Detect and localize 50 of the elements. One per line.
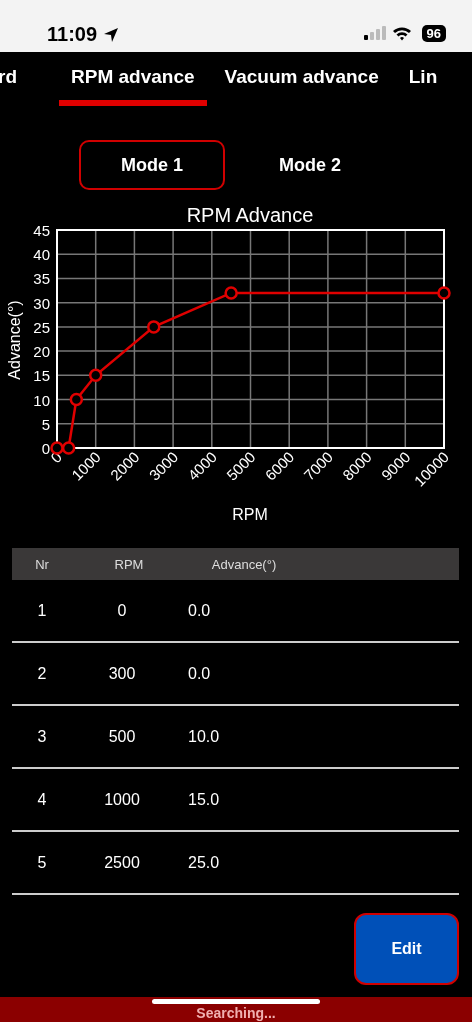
mode-button[interactable]: Mode 1 bbox=[79, 140, 225, 190]
data-point bbox=[224, 286, 238, 300]
table-cell-text: 0.0 bbox=[187, 601, 212, 620]
table-cell-text: 300 bbox=[107, 664, 137, 683]
table-cell-text: 1000 bbox=[103, 790, 141, 809]
connection-status: Searching... bbox=[196, 1005, 276, 1022]
tab[interactable]: Lin bbox=[408, 52, 438, 106]
data-point bbox=[69, 392, 84, 407]
chart-title: RPM Advance bbox=[186, 204, 314, 226]
y-tick-label: 45 bbox=[33, 222, 50, 239]
tab[interactable]: Vacuum advance bbox=[224, 52, 379, 106]
table-cell-text: 1 bbox=[36, 601, 48, 620]
table-cell-text: 500 bbox=[107, 727, 137, 746]
data-point bbox=[437, 286, 451, 300]
location-arrow-icon bbox=[103, 27, 120, 43]
table-cell-text: 15.0 bbox=[187, 790, 221, 809]
table-cell-text: 4 bbox=[36, 790, 48, 809]
wifi-icon bbox=[391, 26, 412, 41]
y-axis-label: Advance(°) bbox=[6, 300, 23, 380]
data-point bbox=[147, 320, 161, 334]
battery-level: 96 bbox=[421, 25, 446, 42]
y-tick-label: 5 bbox=[41, 415, 50, 433]
signal-icon bbox=[363, 26, 386, 40]
y-tick-label: 30 bbox=[33, 294, 50, 312]
table-cell-text: 0.0 bbox=[187, 664, 212, 683]
data-point bbox=[88, 368, 103, 383]
y-tick-label: 35 bbox=[33, 270, 50, 288]
y-tick-label: 10 bbox=[33, 391, 50, 409]
table-cell-text: 2500 bbox=[103, 853, 141, 872]
y-tick-label: 0 bbox=[41, 440, 50, 457]
edit-button[interactable]: Edit bbox=[354, 913, 459, 985]
table-cell-text: 2 bbox=[36, 664, 48, 683]
column-header: Advance(°) bbox=[210, 556, 278, 572]
tab[interactable]: RPM advance bbox=[59, 52, 207, 106]
y-tick-label: 15 bbox=[33, 367, 50, 385]
table-cell-text: 25.0 bbox=[187, 853, 221, 872]
tab[interactable]: rd bbox=[0, 52, 17, 106]
x-axis-label: RPM bbox=[232, 506, 268, 523]
column-header: Nr bbox=[34, 556, 50, 572]
y-tick-label: 25 bbox=[33, 318, 50, 336]
clock-time: 11:09 bbox=[47, 23, 98, 46]
y-tick-label: 40 bbox=[33, 246, 50, 264]
y-tick-label: 20 bbox=[33, 343, 50, 361]
column-header: RPM bbox=[113, 556, 145, 572]
table-cell-text: 10.0 bbox=[187, 727, 221, 746]
table-cell-text: 3 bbox=[36, 727, 48, 746]
table-cell-text: 5 bbox=[36, 853, 48, 872]
home-indicator[interactable] bbox=[152, 999, 320, 1004]
table-cell-text: 0 bbox=[116, 601, 128, 620]
data-point bbox=[50, 441, 64, 455]
